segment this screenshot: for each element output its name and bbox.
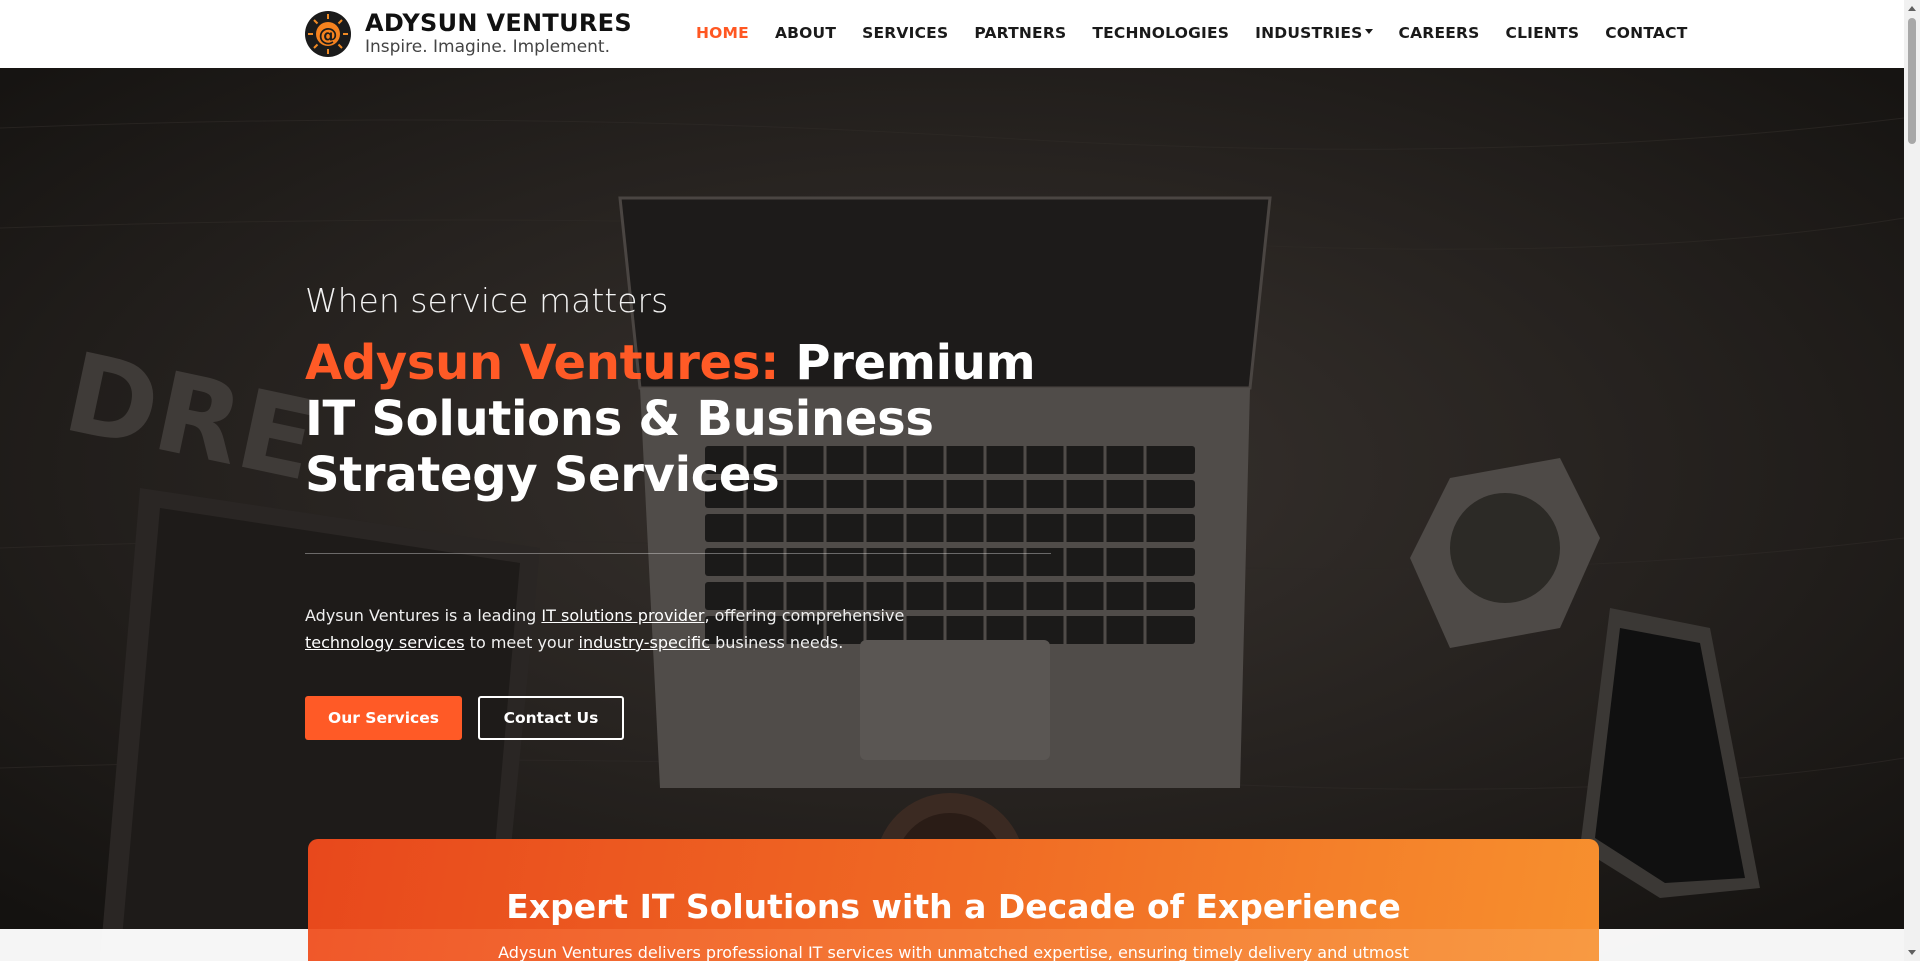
nav-about[interactable]: ABOUT bbox=[775, 22, 836, 44]
navbar: @ ADYSUN VENTURES Inspire. Imagine. Impl… bbox=[0, 0, 1904, 68]
page-scrollbar[interactable] bbox=[1904, 0, 1920, 961]
hero-title: Adysun Ventures: Premium IT Solutions & … bbox=[305, 335, 1065, 503]
technology-services-link[interactable]: technology services bbox=[305, 633, 465, 652]
hero-content: When service matters Adysun Ventures: Pr… bbox=[305, 281, 1065, 740]
svg-text:@: @ bbox=[319, 24, 338, 46]
hero-desc-text: , offering comprehensive bbox=[704, 606, 905, 625]
industry-specific-link[interactable]: industry-specific bbox=[579, 633, 710, 652]
hero-title-accent: Adysun Ventures: bbox=[305, 335, 779, 391]
brand-name: ADYSUN VENTURES bbox=[365, 9, 632, 37]
scroll-down-arrow-icon[interactable] bbox=[1908, 950, 1916, 955]
experience-card-subtitle: Adysun Ventures delivers professional IT… bbox=[498, 943, 1409, 961]
hero-description: Adysun Ventures is a leading IT solution… bbox=[305, 602, 925, 656]
hero-desc-text: business needs. bbox=[710, 633, 844, 652]
hero-desc-text: Adysun Ventures is a leading bbox=[305, 606, 542, 625]
nav-industries-label: INDUSTRIES bbox=[1255, 24, 1363, 42]
caret-down-icon bbox=[1364, 29, 1373, 34]
nav-home[interactable]: HOME bbox=[696, 22, 749, 44]
nav-careers[interactable]: CAREERS bbox=[1399, 22, 1480, 44]
hero-divider bbox=[305, 553, 1051, 554]
scroll-thumb[interactable] bbox=[1908, 18, 1916, 144]
scroll-up-arrow-icon[interactable] bbox=[1908, 6, 1916, 11]
brand-tagline: Inspire. Imagine. Implement. bbox=[365, 37, 610, 57]
hero-section: DRE When service matters Adysun Ventures… bbox=[0, 68, 1904, 961]
main-nav: HOME ABOUT SERVICES PARTNERS TECHNOLOGIE… bbox=[696, 22, 1713, 44]
hero-desc-text: to meet your bbox=[464, 633, 579, 652]
nav-clients[interactable]: CLIENTS bbox=[1506, 22, 1580, 44]
hero-kicker: When service matters bbox=[305, 281, 669, 320]
nav-partners[interactable]: PARTNERS bbox=[974, 22, 1066, 44]
at-sign-sun-logo-icon: @ bbox=[305, 11, 351, 57]
brand[interactable]: @ ADYSUN VENTURES Inspire. Imagine. Impl… bbox=[305, 10, 632, 58]
nav-technologies[interactable]: TECHNOLOGIES bbox=[1092, 22, 1229, 44]
it-solutions-link[interactable]: IT solutions provider bbox=[541, 606, 704, 625]
hero-buttons: Our Services Contact Us bbox=[305, 696, 1065, 740]
contact-us-button[interactable]: Contact Us bbox=[478, 696, 624, 740]
nav-contact[interactable]: CONTACT bbox=[1605, 22, 1687, 44]
nav-industries-dropdown[interactable]: INDUSTRIES bbox=[1255, 22, 1373, 44]
our-services-button[interactable]: Our Services bbox=[305, 696, 462, 740]
experience-card-subtitle-area: Adysun Ventures delivers professional IT… bbox=[308, 929, 1599, 961]
nav-services[interactable]: SERVICES bbox=[862, 22, 948, 44]
experience-card-title: Expert IT Solutions with a Decade of Exp… bbox=[506, 887, 1401, 926]
